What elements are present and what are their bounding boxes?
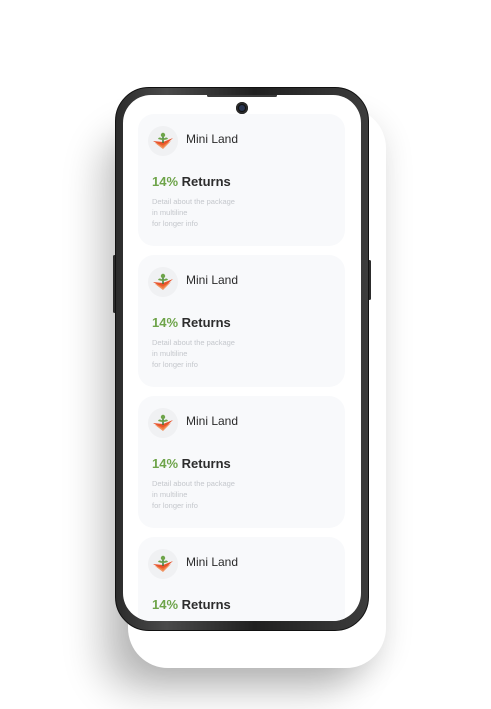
returns-text: 14% Returns <box>152 456 231 471</box>
package-title: Mini Land <box>186 555 239 569</box>
returns-text: 14% Returns <box>152 174 231 189</box>
package-card[interactable]: Mini Land 14% Returns Detail about the p… <box>138 114 345 246</box>
package-description: Detail about the package in multiline fo… <box>152 196 282 229</box>
package-title: Mini Land <box>186 273 239 287</box>
returns-label: Returns <box>181 315 231 330</box>
returns-percent: 14% <box>152 597 179 612</box>
returns-label: Returns <box>181 174 231 189</box>
description-line: Detail about the package <box>152 479 235 488</box>
speaker-grille <box>207 95 277 97</box>
package-title: Mini Land <box>186 132 239 146</box>
land-plant-icon <box>148 267 178 297</box>
description-line: for longer info <box>152 219 198 228</box>
front-camera-icon <box>236 102 248 114</box>
returns-text: 14% Returns <box>152 315 231 330</box>
package-title: Mini Land <box>186 414 239 428</box>
returns-label: Returns <box>181 456 231 471</box>
description-line: for longer info <box>152 501 198 510</box>
description-line: for longer info <box>152 360 198 369</box>
land-plant-icon <box>148 408 178 438</box>
land-plant-icon <box>148 549 178 579</box>
package-description: Detail about the package in multiline fo… <box>152 337 282 370</box>
returns-percent: 14% <box>152 315 179 330</box>
phone-screen: Mini Land 14% Returns Detail about the p… <box>123 95 361 621</box>
package-card[interactable]: Mini Land 14% Returns Detail about the p… <box>138 255 345 387</box>
description-line: in multiline <box>152 349 188 358</box>
returns-label: Returns <box>181 597 231 612</box>
land-plant-icon <box>148 126 178 156</box>
package-card[interactable]: Mini Land 14% Returns <box>138 537 345 621</box>
package-description: Detail about the package in multiline fo… <box>152 478 282 511</box>
description-line: in multiline <box>152 490 188 499</box>
description-line: in multiline <box>152 208 188 217</box>
returns-text: 14% Returns <box>152 597 231 612</box>
description-line: Detail about the package <box>152 338 235 347</box>
description-line: Detail about the package <box>152 197 235 206</box>
returns-percent: 14% <box>152 456 179 471</box>
package-card[interactable]: Mini Land 14% Returns Detail about the p… <box>138 396 345 528</box>
returns-percent: 14% <box>152 174 179 189</box>
